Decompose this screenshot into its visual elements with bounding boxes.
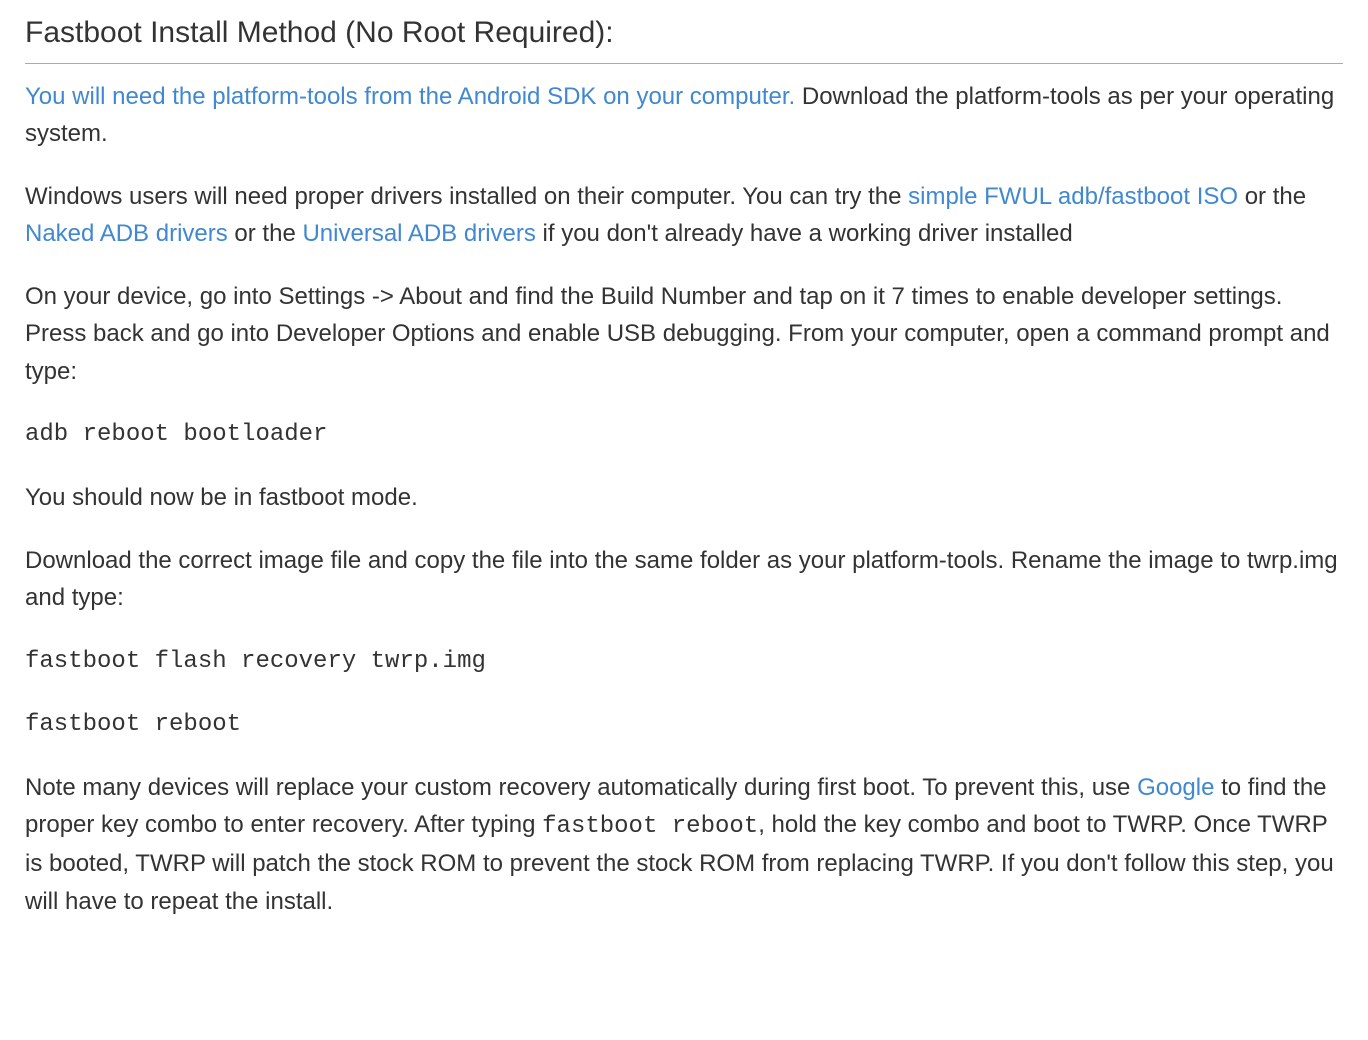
link-platform-tools[interactable]: You will need the platform-tools from th… xyxy=(25,83,795,110)
paragraph-note-recovery: Note many devices will replace your cust… xyxy=(25,769,1343,920)
paragraph-developer-options: On your device, go into Settings -> Abou… xyxy=(25,278,1343,390)
text-windows-post: if you don't already have a working driv… xyxy=(536,220,1073,247)
link-fwul-iso[interactable]: simple FWUL adb/fastboot ISO xyxy=(908,183,1238,210)
paragraph-download-image: Download the correct image file and copy… xyxy=(25,542,1343,616)
paragraph-platform-tools: You will need the platform-tools from th… xyxy=(25,78,1343,152)
text-or-1: or the xyxy=(1238,183,1306,210)
command-adb-reboot: adb reboot bootloader xyxy=(25,416,1343,453)
inline-code-fastboot-reboot: fastboot reboot xyxy=(542,813,758,840)
paragraph-fastboot-mode: You should now be in fastboot mode. xyxy=(25,479,1343,516)
section-heading: Fastboot Install Method (No Root Require… xyxy=(25,10,1343,64)
paragraph-windows-drivers: Windows users will need proper drivers i… xyxy=(25,178,1343,252)
link-google[interactable]: Google xyxy=(1137,774,1214,801)
link-universal-adb[interactable]: Universal ADB drivers xyxy=(302,220,535,247)
link-naked-adb[interactable]: Naked ADB drivers xyxy=(25,220,228,247)
text-note-pre: Note many devices will replace your cust… xyxy=(25,774,1137,801)
text-or-2: or the xyxy=(228,220,303,247)
command-fastboot-flash: fastboot flash recovery twrp.img xyxy=(25,643,1343,680)
command-fastboot-reboot: fastboot reboot xyxy=(25,706,1343,743)
text-windows-pre: Windows users will need proper drivers i… xyxy=(25,183,908,210)
